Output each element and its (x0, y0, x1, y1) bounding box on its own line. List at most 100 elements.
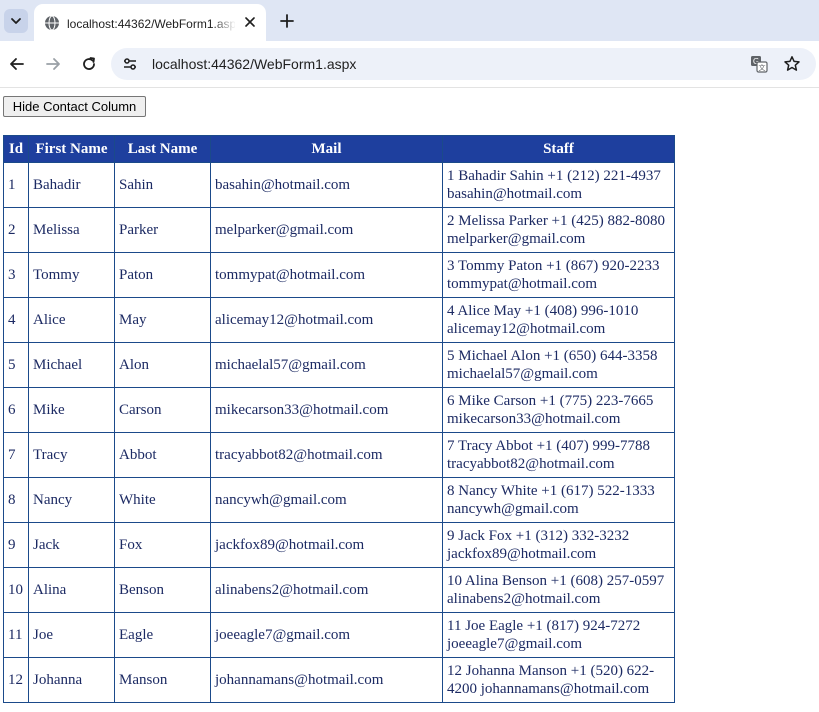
cell-staff: 4 Alice May +1 (408) 996-1010 alicemay12… (442, 297, 675, 343)
cell-id: 7 (3, 432, 29, 478)
cell-first-name: Michael (28, 342, 115, 388)
tune-icon (124, 58, 136, 70)
tab-close-button[interactable] (241, 13, 259, 31)
cell-id: 12 (3, 657, 29, 703)
cell-staff: 9 Jack Fox +1 (312) 332-3232 jackfox89@h… (442, 522, 675, 568)
cell-staff: 7 Tracy Abbot +1 (407) 999-7788 tracyabb… (442, 432, 675, 478)
star-icon (784, 56, 800, 71)
cell-last-name: Carson (114, 387, 211, 433)
cell-first-name: Bahadir (28, 162, 115, 208)
cell-first-name: Melissa (28, 207, 115, 253)
header-staff: Staff (442, 135, 675, 163)
reload-button[interactable] (78, 53, 100, 75)
translate-button[interactable]: G 文 (749, 54, 769, 74)
table-row: 9 Jack Fox jackfox89@hotmail.com 9 Jack … (3, 522, 675, 568)
address-bar[interactable]: localhost:44362/WebForm1.aspx G 文 (111, 48, 816, 80)
cell-last-name: May (114, 297, 211, 343)
cell-last-name: Parker (114, 207, 211, 253)
new-tab-button[interactable] (276, 10, 298, 32)
table-row: 1 Bahadir Sahin basahin@hotmail.com 1 Ba… (3, 162, 675, 208)
forward-button[interactable] (42, 53, 64, 75)
plus-icon (280, 14, 294, 28)
tab-search-button[interactable] (4, 9, 28, 33)
table-header-row: Id First Name Last Name Mail Staff (3, 135, 675, 163)
arrow-left-icon (10, 58, 24, 70)
cell-last-name: Manson (114, 657, 211, 703)
cell-first-name: Tommy (28, 252, 115, 298)
cell-staff: 3 Tommy Paton +1 (867) 920-2233 tommypat… (442, 252, 675, 298)
translate-icon: G 文 (751, 56, 768, 73)
cell-id: 3 (3, 252, 29, 298)
header-last-name: Last Name (114, 135, 211, 163)
tab-strip: localhost:44362/WebForm1.aspx (0, 0, 819, 41)
table-row: 6 Mike Carson mikecarson33@hotmail.com 6… (3, 387, 675, 433)
url-text[interactable]: localhost:44362/WebForm1.aspx (152, 55, 356, 73)
cell-id: 6 (3, 387, 29, 433)
cell-id: 1 (3, 162, 29, 208)
close-icon (245, 17, 255, 27)
table-row: 4 Alice May alicemay12@hotmail.com 4 Ali… (3, 297, 675, 343)
browser-toolbar: localhost:44362/WebForm1.aspx G 文 (0, 41, 819, 88)
cell-id: 10 (3, 567, 29, 613)
cell-id: 2 (3, 207, 29, 253)
cell-id: 8 (3, 477, 29, 523)
cell-staff: 5 Michael Alon +1 (650) 644-3358 michael… (442, 342, 675, 388)
tab-title-fade (212, 13, 236, 35)
cell-mail: basahin@hotmail.com (210, 162, 443, 208)
cell-staff: 6 Mike Carson +1 (775) 223-7665 mikecars… (442, 387, 675, 433)
cell-mail: tracyabbot82@hotmail.com (210, 432, 443, 478)
reload-icon (83, 57, 95, 70)
cell-last-name: Abbot (114, 432, 211, 478)
header-id: Id (3, 135, 29, 163)
cell-mail: alicemay12@hotmail.com (210, 297, 443, 343)
header-first-name: First Name (28, 135, 115, 163)
table-row: 3 Tommy Paton tommypat@hotmail.com 3 Tom… (3, 252, 675, 298)
cell-last-name: Fox (114, 522, 211, 568)
table-row: 2 Melissa Parker melparker@gmail.com 2 M… (3, 207, 675, 253)
cell-last-name: Paton (114, 252, 211, 298)
cell-mail: alinabens2@hotmail.com (210, 567, 443, 613)
cell-mail: joeeagle7@gmail.com (210, 612, 443, 658)
cell-mail: melparker@gmail.com (210, 207, 443, 253)
cell-staff: 10 Alina Benson +1 (608) 257-0597 alinab… (442, 567, 675, 613)
cell-mail: mikecarson33@hotmail.com (210, 387, 443, 433)
back-button[interactable] (6, 53, 28, 75)
cell-mail: nancywh@gmail.com (210, 477, 443, 523)
table-row: 10 Alina Benson alinabens2@hotmail.com 1… (3, 567, 675, 613)
header-mail: Mail (210, 135, 443, 163)
cell-last-name: Benson (114, 567, 211, 613)
table-row: 11 Joe Eagle joeeagle7@gmail.com 11 Joe … (3, 612, 675, 658)
globe-icon (45, 15, 59, 31)
cell-first-name: Alice (28, 297, 115, 343)
cell-staff: 2 Melissa Parker +1 (425) 882-8080 melpa… (442, 207, 675, 253)
table-row: 7 Tracy Abbot tracyabbot82@hotmail.com 7… (3, 432, 675, 478)
cell-id: 4 (3, 297, 29, 343)
cell-first-name: Jack (28, 522, 115, 568)
svg-text:文: 文 (759, 63, 766, 72)
hide-contact-column-button[interactable]: Hide Contact Column (3, 96, 146, 117)
cell-mail: jackfox89@hotmail.com (210, 522, 443, 568)
active-tab[interactable]: localhost:44362/WebForm1.aspx (34, 4, 266, 41)
table-row: 8 Nancy White nancywh@gmail.com 8 Nancy … (3, 477, 675, 523)
cell-mail: michaelal57@gmail.com (210, 342, 443, 388)
cell-first-name: Nancy (28, 477, 115, 523)
cell-first-name: Johanna (28, 657, 115, 703)
cell-id: 9 (3, 522, 29, 568)
site-info-button[interactable] (121, 55, 139, 73)
cell-id: 5 (3, 342, 29, 388)
cell-last-name: Alon (114, 342, 211, 388)
cell-last-name: White (114, 477, 211, 523)
staff-table: Id First Name Last Name Mail Staff 1 Bah… (3, 135, 675, 703)
cell-staff: 1 Bahadir Sahin +1 (212) 221-4937 basahi… (442, 162, 675, 208)
cell-id: 11 (3, 612, 29, 658)
cell-first-name: Joe (28, 612, 115, 658)
arrow-right-icon (46, 58, 60, 70)
table-row: 12 Johanna Manson johannamans@hotmail.co… (3, 657, 675, 703)
cell-mail: tommypat@hotmail.com (210, 252, 443, 298)
cell-staff: 8 Nancy White +1 (617) 522-1333 nancywh@… (442, 477, 675, 523)
cell-last-name: Sahin (114, 162, 211, 208)
table-row: 5 Michael Alon michaelal57@gmail.com 5 M… (3, 342, 675, 388)
bookmark-button[interactable] (782, 54, 802, 74)
cell-last-name: Eagle (114, 612, 211, 658)
tab-title: localhost:44362/WebForm1.aspx (67, 17, 235, 31)
